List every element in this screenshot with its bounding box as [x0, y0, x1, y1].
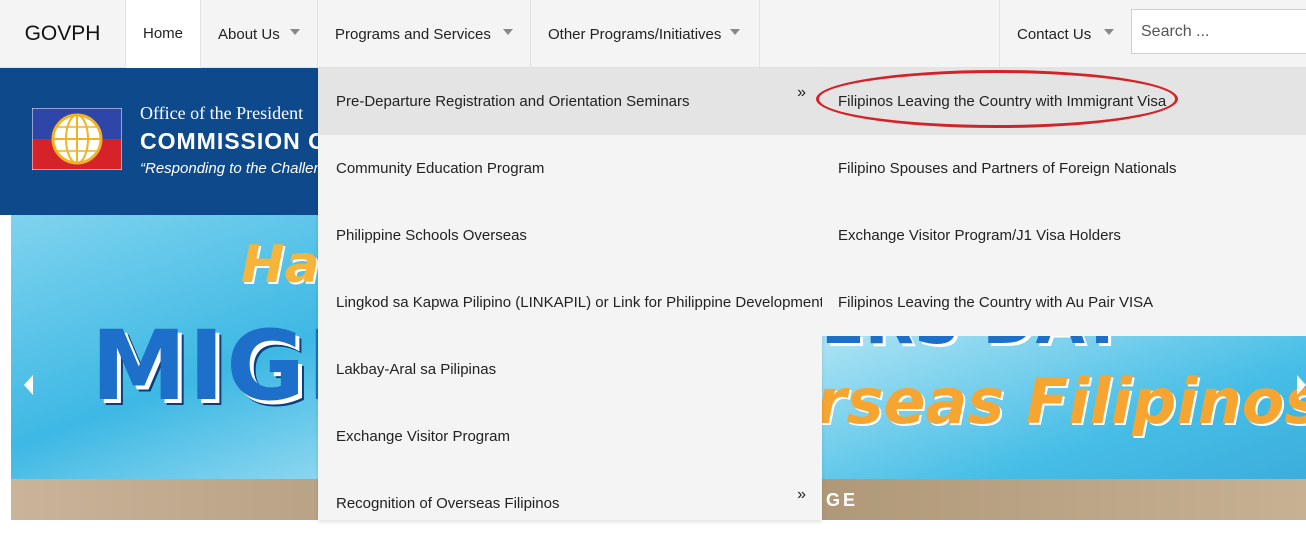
submenu-item-immigrant-visa[interactable]: Filipinos Leaving the Country with Immig… — [822, 68, 1306, 135]
submenu-item-spouses-partners[interactable]: Filipino Spouses and Partners of Foreign… — [822, 135, 1306, 202]
nav-about-us[interactable]: About Us — [201, 0, 318, 68]
menu-item-lakbay-aral[interactable]: Lakbay-Aral sa Pilipinas — [318, 336, 822, 403]
menu-item-label: Community Education Program — [336, 160, 545, 177]
menu-item-recognition[interactable]: Recognition of Overseas Filipinos » — [318, 470, 822, 537]
submenu-item-label: Filipinos Leaving the Country with Au Pa… — [838, 294, 1154, 311]
submenu-item-label: Filipino Spouses and Partners of Foreign… — [838, 160, 1177, 177]
menu-item-label: Pre-Departure Registration and Orientati… — [336, 93, 690, 110]
slider-next-arrow-icon[interactable] — [1297, 375, 1306, 395]
nav-contact-us-label: Contact Us — [1017, 25, 1092, 43]
commission-title: COMMISSION O — [140, 128, 328, 154]
nav-contact-us[interactable]: Contact Us — [999, 0, 1126, 68]
nav-programs-and-services[interactable]: Programs and Services — [318, 0, 531, 68]
nav-home-label: Home — [142, 25, 183, 42]
chevron-down-icon — [1104, 29, 1114, 35]
menu-item-pre-departure[interactable]: Pre-Departure Registration and Orientati… — [318, 68, 822, 135]
menu-item-linkapil[interactable]: Lingkod sa Kapwa Pilipino (LINKAPIL) or … — [318, 269, 824, 336]
submenu-arrow-icon: » — [797, 486, 806, 503]
nav-other-programs[interactable]: Other Programs/Initiatives — [531, 0, 760, 68]
slider-prev-arrow-icon[interactable] — [24, 375, 33, 395]
nav-home[interactable]: Home — [126, 0, 201, 68]
submenu-item-au-pair[interactable]: Filipinos Leaving the Country with Au Pa… — [822, 269, 1306, 336]
slider-text-line4: rseas Filipinos — [816, 365, 1306, 438]
menu-item-label: Philippine Schools Overseas — [336, 227, 527, 244]
menu-item-exchange-visitor[interactable]: Exchange Visitor Program — [318, 403, 822, 470]
chevron-down-icon — [290, 29, 300, 35]
tagline-text: “Responding to the Challen — [140, 160, 322, 177]
pdos-submenu: Filipinos Leaving the Country with Immig… — [822, 68, 1306, 336]
office-of-the-president-text: Office of the President — [140, 103, 304, 123]
submenu-item-label: Filipinos Leaving the Country with Immig… — [838, 93, 1167, 110]
menu-item-label: Lakbay-Aral sa Pilipinas — [336, 361, 497, 378]
slider-band-text: GE — [826, 490, 859, 510]
slider-text-line1: Ha — [241, 235, 320, 295]
menu-item-label: Exchange Visitor Program — [336, 428, 510, 445]
search-input[interactable] — [1131, 9, 1306, 54]
chevron-down-icon — [730, 29, 740, 35]
menu-item-community-education[interactable]: Community Education Program — [318, 135, 822, 202]
cfo-logo — [32, 108, 122, 170]
chevron-down-icon — [503, 29, 513, 35]
govph-brand-link[interactable]: GOVPH — [0, 0, 126, 68]
menu-item-label: Lingkod sa Kapwa Pilipino (LINKAPIL) or … — [336, 294, 824, 311]
submenu-arrow-icon: » — [797, 84, 806, 101]
submenu-item-exchange-visitor-j1[interactable]: Exchange Visitor Program/J1 Visa Holders — [822, 202, 1306, 269]
nav-other-programs-label: Other Programs/Initiatives — [548, 25, 722, 43]
submenu-item-label: Exchange Visitor Program/J1 Visa Holders — [838, 227, 1121, 244]
top-navigation: GOVPH Home About Us Programs and Service… — [0, 0, 1306, 68]
nav-programs-label: Programs and Services — [335, 25, 491, 43]
programs-dropdown-menu: Pre-Departure Registration and Orientati… — [318, 68, 824, 520]
menu-item-label: Recognition of Overseas Filipinos — [336, 495, 560, 512]
menu-item-philippine-schools[interactable]: Philippine Schools Overseas — [318, 202, 822, 269]
nav-about-us-label: About Us — [218, 25, 280, 43]
